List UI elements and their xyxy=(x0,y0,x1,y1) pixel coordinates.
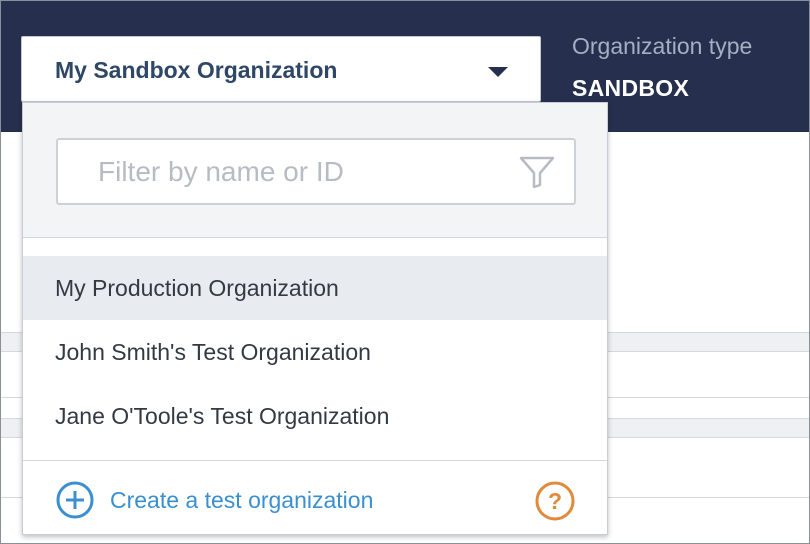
plus-circle-icon xyxy=(56,481,94,519)
create-test-org-link[interactable]: Create a test organization xyxy=(54,481,373,519)
filter-box xyxy=(56,138,576,205)
filter-input[interactable] xyxy=(58,140,508,203)
org-list-item-label: John Smith's Test Organization xyxy=(55,339,371,365)
filter-area xyxy=(23,103,607,238)
chevron-down-icon xyxy=(488,67,508,77)
svg-text:?: ? xyxy=(548,488,562,514)
org-list-item[interactable]: Jane O'Toole's Test Organization xyxy=(23,384,607,448)
selected-org-name: My Sandbox Organization xyxy=(55,57,338,83)
org-list-item[interactable]: John Smith's Test Organization xyxy=(23,320,607,384)
org-type-value: SANDBOX xyxy=(572,75,690,101)
app-frame: Organization type SANDBOX My Sandbox Org… xyxy=(0,0,810,544)
org-list-item-label: My Production Organization xyxy=(55,275,339,301)
filter-icon xyxy=(519,156,555,189)
help-icon[interactable]: ? xyxy=(534,480,576,522)
org-type-label: Organization type xyxy=(572,33,753,59)
org-selector-dropdown[interactable]: My Sandbox Organization xyxy=(21,36,541,102)
create-test-org-label: Create a test organization xyxy=(110,486,374,513)
org-list-item[interactable]: My Production Organization xyxy=(23,256,607,320)
org-dropdown-menu: My Production Organization John Smith's … xyxy=(22,102,608,535)
dropdown-footer: Create a test organization ? xyxy=(23,460,607,534)
org-list-item-label: Jane O'Toole's Test Organization xyxy=(55,403,390,429)
